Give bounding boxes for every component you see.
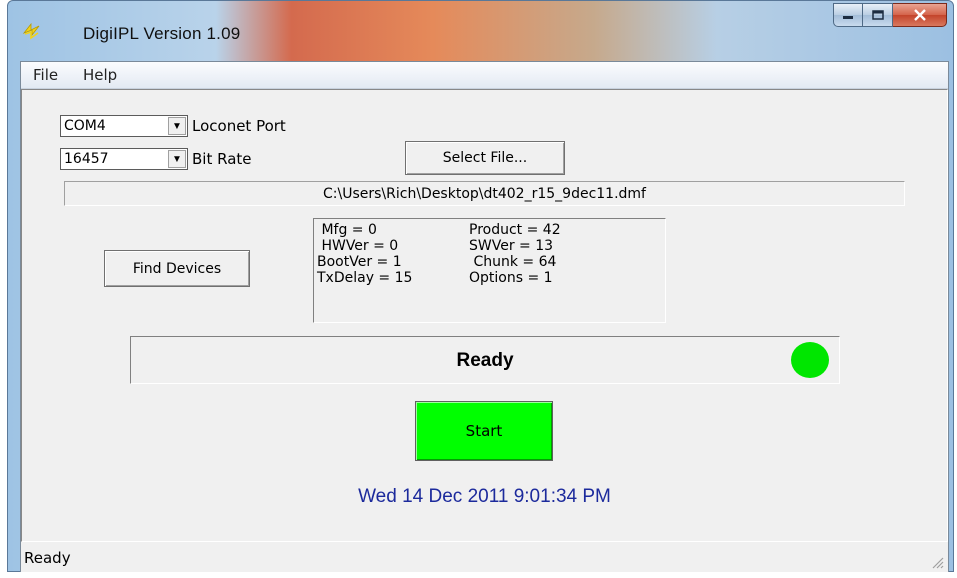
menu-bar: File Help (21, 62, 948, 89)
bitrate-value: 16457 (64, 151, 109, 167)
chevron-down-icon[interactable]: ▼ (168, 117, 186, 135)
status-panel: Ready (130, 336, 840, 384)
app-window: DigiIPL Version 1.09 File Help COM4 ▼ Lo… (7, 0, 954, 572)
port-select[interactable]: COM4 ▼ (60, 115, 188, 137)
select-file-button[interactable]: Select File... (405, 141, 565, 175)
start-button[interactable]: Start (415, 401, 553, 461)
info-options: Options = 1 (469, 270, 553, 286)
info-mfg: Mfg = 0 (317, 222, 377, 238)
status-indicator-icon (791, 342, 829, 378)
chevron-down-icon[interactable]: ▼ (168, 150, 186, 168)
status-bar: Ready (21, 542, 948, 572)
info-chunk: Chunk = 64 (469, 254, 557, 270)
resize-grip-icon[interactable] (930, 555, 944, 569)
info-hwver: HWVer = 0 (317, 238, 399, 254)
title-bar[interactable]: DigiIPL Version 1.09 (8, 1, 953, 61)
bitrate-label: Bit Rate (192, 150, 252, 168)
lightning-icon (22, 22, 40, 40)
file-path-display: C:\Users\Rich\Desktop\dt402_r15_9dec11.d… (64, 181, 905, 206)
status-text: Ready (456, 350, 514, 371)
maximize-button[interactable] (863, 3, 893, 27)
minimize-icon (843, 16, 853, 19)
caption-buttons (833, 3, 947, 27)
close-button[interactable] (893, 3, 947, 27)
menu-help[interactable]: Help (83, 66, 117, 84)
port-label: Loconet Port (192, 117, 286, 135)
menu-file[interactable]: File (33, 66, 58, 84)
maximize-icon (871, 10, 884, 20)
info-bootver: BootVer = 1 (317, 254, 402, 270)
datetime-display: Wed 14 Dec 2011 9:01:34 PM (358, 486, 611, 507)
find-devices-button[interactable]: Find Devices (104, 250, 250, 287)
close-icon (913, 9, 926, 21)
port-value: COM4 (64, 118, 106, 134)
client-area: File Help COM4 ▼ Loconet Port 16457 ▼ Bi… (20, 61, 949, 572)
bitrate-select[interactable]: 16457 ▼ (60, 148, 188, 170)
device-info-box: Mfg = 0 Product = 42 HWVer = 0 SWVer = 1… (313, 218, 666, 323)
info-swver: SWVer = 13 (469, 238, 554, 254)
minimize-button[interactable] (833, 3, 863, 27)
main-panel: COM4 ▼ Loconet Port 16457 ▼ Bit Rate Sel… (21, 89, 948, 542)
info-txdelay: TxDelay = 15 (317, 270, 413, 286)
info-product: Product = 42 (469, 222, 561, 238)
window-title: DigiIPL Version 1.09 (83, 24, 241, 43)
status-bar-text: Ready (24, 549, 71, 567)
